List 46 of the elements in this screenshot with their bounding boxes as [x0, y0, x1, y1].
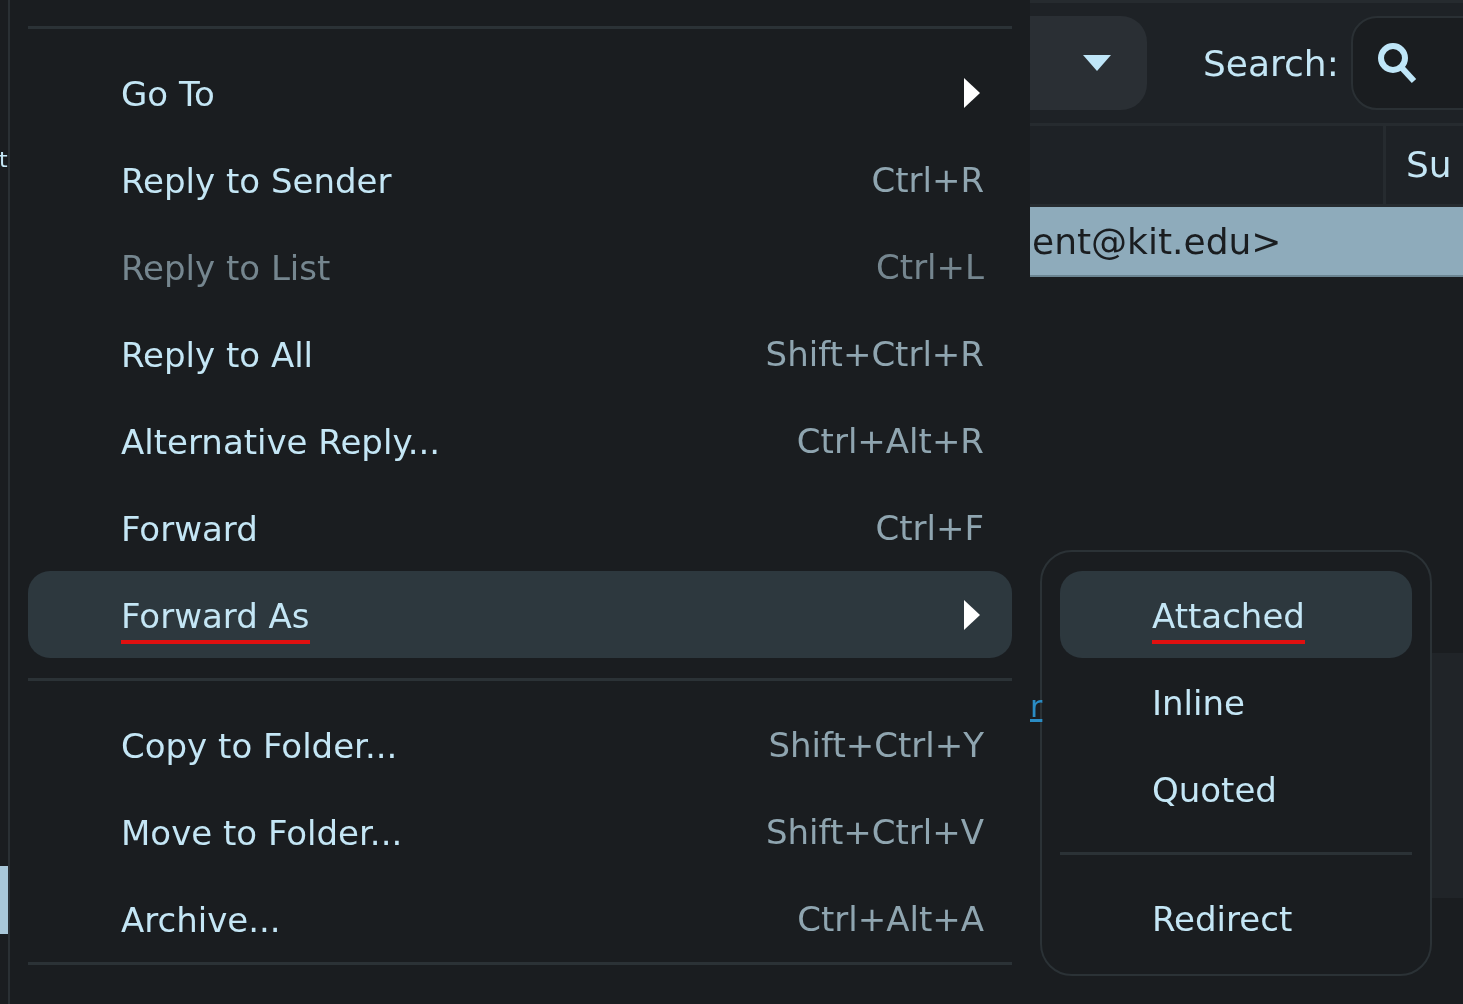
- menu-item-label: Copy to Folder...: [121, 724, 398, 768]
- column-header[interactable]: Su: [1386, 126, 1452, 204]
- shortcut-label: Shift+Ctrl+V: [766, 811, 984, 852]
- menu-item[interactable]: Archive... Ctrl+Alt+A: [28, 875, 1012, 962]
- folder-label: t: [0, 146, 8, 174]
- menu-item[interactable]: Alternative Reply... Ctrl+Alt+R: [28, 397, 1012, 484]
- shortcut-label: Ctrl+L: [876, 246, 984, 287]
- menu-item[interactable]: Forward Ctrl+F: [28, 484, 1012, 571]
- menu-item-label: Quoted: [1152, 768, 1277, 812]
- menu-item-label: Inline: [1152, 681, 1245, 725]
- menu-item-label: Move to Folder...: [121, 811, 403, 855]
- menu-item-label: Forward: [121, 507, 258, 551]
- caret-icon: [1083, 55, 1111, 71]
- shortcut-label: Shift+Ctrl+R: [765, 333, 984, 374]
- shortcut-label: Ctrl+Alt+R: [796, 420, 984, 461]
- menu-item-label: Go To: [121, 72, 215, 116]
- menu-item[interactable]: Quoted: [1060, 745, 1412, 832]
- search-label: Search:: [1203, 42, 1339, 84]
- menu-item[interactable]: Copy to Folder... Shift+Ctrl+Y: [28, 701, 1012, 788]
- menu-item[interactable]: Reply to Sender Ctrl+R: [28, 136, 1012, 223]
- menu-item-label: Alternative Reply...: [121, 420, 441, 464]
- menu-item[interactable]: Forward As: [28, 571, 1012, 658]
- folder-highlight: [0, 866, 8, 934]
- menu-item-label: Attached: [1152, 585, 1305, 644]
- menu-item-label: Archive...: [121, 898, 281, 942]
- submenu-arrow-icon: [964, 599, 980, 630]
- menu-item[interactable]: Move to Folder... Shift+Ctrl+V: [28, 788, 1012, 875]
- menu-item[interactable]: Inline: [1060, 658, 1412, 745]
- search-icon: [1376, 42, 1417, 84]
- shortcut-label: Shift+Ctrl+Y: [768, 724, 984, 765]
- menu-item-label: Reply to Sender: [121, 159, 392, 203]
- menu-item-label: Reply to All: [121, 333, 314, 377]
- menu-item-label: Forward As: [121, 585, 310, 644]
- menu-item-label: Reply to List: [121, 246, 331, 290]
- sender-text: ent@kit.edu>: [1032, 220, 1282, 262]
- link[interactable]: r: [1030, 689, 1043, 724]
- menu-item[interactable]: Go To: [28, 49, 1012, 136]
- menu-item[interactable]: Reply to All Shift+Ctrl+R: [28, 310, 1012, 397]
- menu-item[interactable]: Redirect: [1060, 874, 1412, 961]
- menu-item-label: Redirect: [1152, 897, 1293, 941]
- shortcut-label: Ctrl+F: [875, 507, 984, 548]
- submenu-arrow-icon: [964, 77, 980, 108]
- search-field[interactable]: [1350, 16, 1463, 110]
- shortcut-label: Ctrl+Alt+A: [797, 898, 984, 939]
- shortcut-label: Ctrl+R: [871, 159, 984, 200]
- menu-item[interactable]: Attached: [1060, 571, 1412, 658]
